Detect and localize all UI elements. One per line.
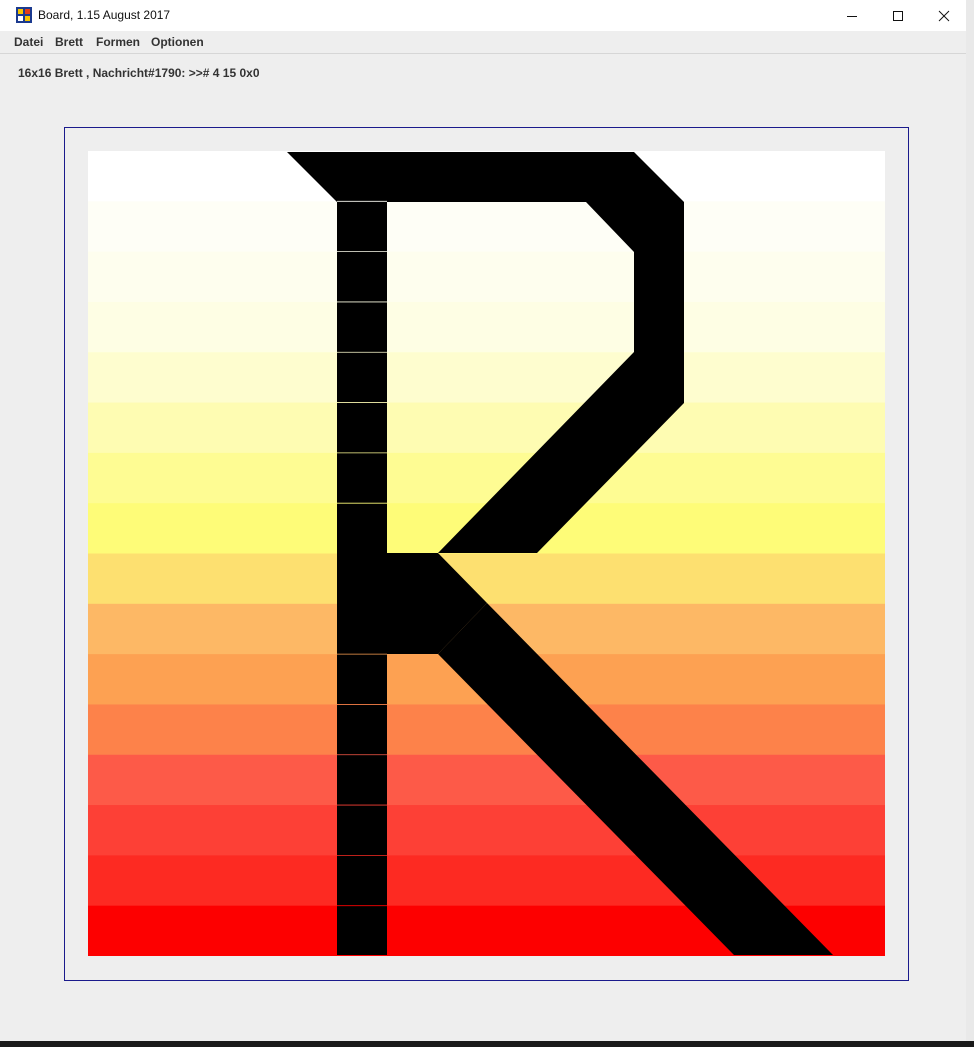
status-message: 16x16 Brett , Nachricht#1790: >># 4 15 0… [18, 66, 260, 80]
close-button[interactable] [921, 0, 967, 31]
maximize-icon [893, 10, 903, 21]
board-row [88, 553, 885, 605]
board-row [88, 301, 885, 353]
window-title: Board, 1.15 August 2017 [38, 8, 171, 22]
title-bar[interactable]: Board, 1.15 August 2017 [0, 0, 966, 31]
menu-optionen[interactable]: Optionen [151, 35, 204, 49]
minimize-icon [847, 15, 857, 17]
menu-datei[interactable]: Datei [14, 35, 43, 49]
board-row [88, 251, 885, 303]
board-row [88, 704, 885, 756]
close-icon [938, 10, 950, 21]
board-row [88, 402, 885, 454]
app-window: Board, 1.15 August 2017 Datei Brett Form… [0, 0, 967, 1041]
menu-formen[interactable]: Formen [96, 35, 140, 49]
board-row [88, 805, 885, 856]
board-row [88, 201, 885, 253]
board-row [88, 754, 885, 806]
desktop-edge [966, 0, 974, 1047]
taskbar-edge [0, 1041, 974, 1047]
menu-bar: Datei Brett Formen Optionen [0, 31, 966, 54]
menu-brett[interactable]: Brett [55, 35, 83, 49]
board-row [88, 352, 885, 404]
maximize-button[interactable] [875, 0, 921, 31]
board-rows [88, 151, 885, 956]
board-app-icon [16, 7, 32, 23]
board[interactable] [88, 151, 885, 956]
minimize-button[interactable] [829, 0, 875, 31]
board-row [88, 452, 885, 504]
